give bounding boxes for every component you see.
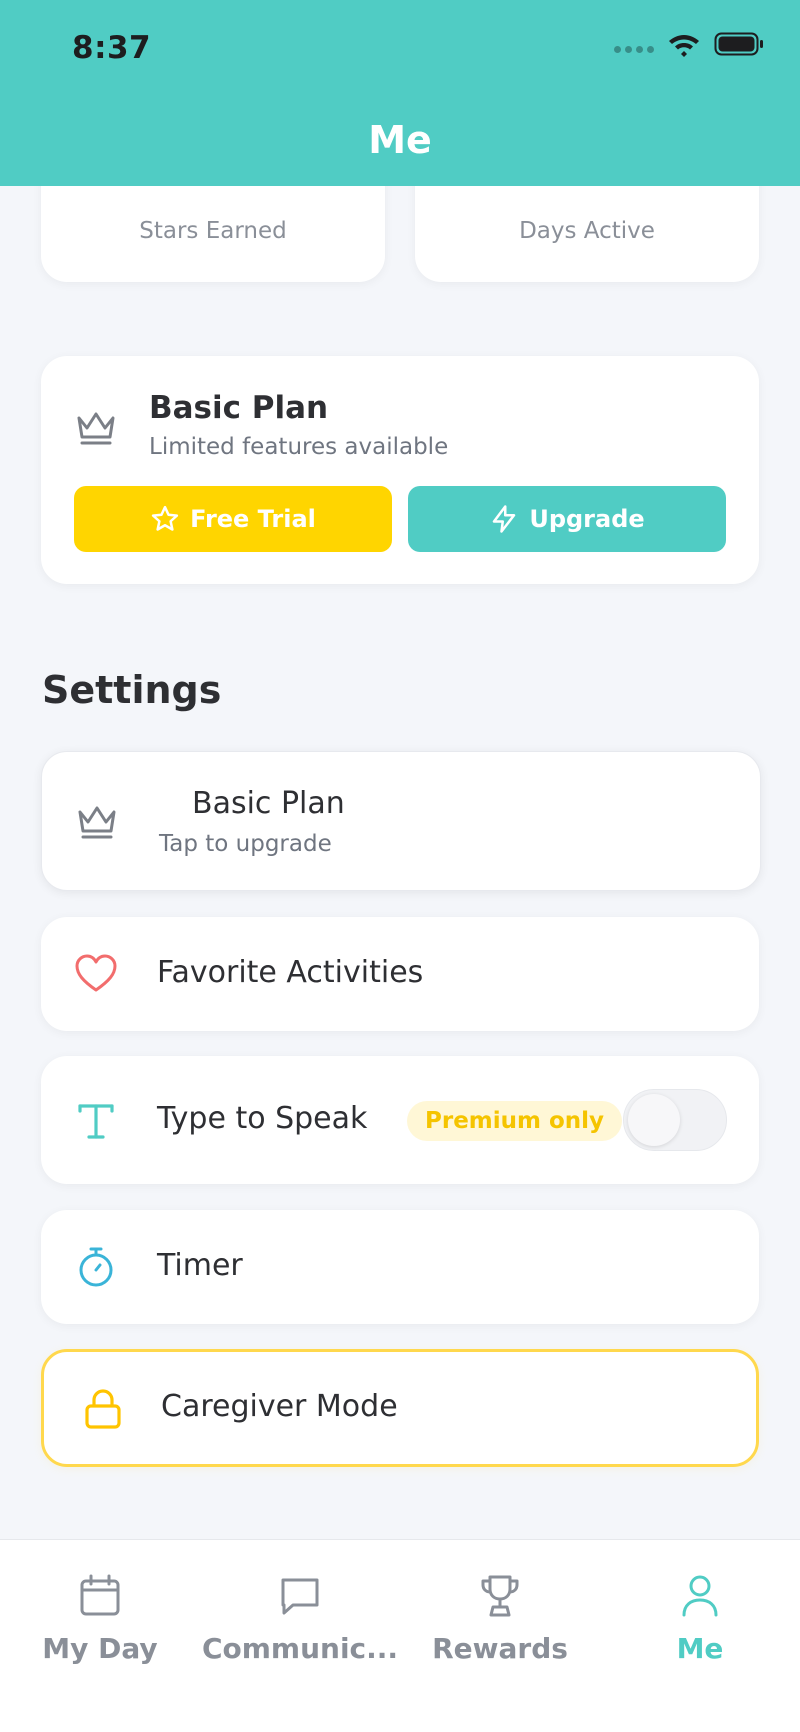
settings-item-label: Timer bbox=[157, 1248, 243, 1283]
free-trial-label: Free Trial bbox=[190, 505, 316, 533]
crown-icon bbox=[78, 806, 116, 839]
stopwatch-icon bbox=[79, 1247, 113, 1287]
settings-item-basic-plan[interactable]: Basic Plan Tap to upgrade bbox=[41, 751, 761, 891]
page-title: Me bbox=[368, 118, 432, 162]
premium-badge: Premium only bbox=[407, 1101, 623, 1141]
settings-item-subtitle: Tap to upgrade bbox=[159, 831, 332, 857]
star-icon bbox=[151, 505, 179, 531]
status-time: 8:37 bbox=[72, 30, 152, 66]
free-trial-button[interactable]: Free Trial bbox=[74, 486, 392, 552]
person-icon bbox=[682, 1575, 718, 1617]
tab-label: My Day bbox=[42, 1632, 158, 1665]
status-icons bbox=[614, 30, 764, 58]
signal-icon bbox=[614, 45, 654, 53]
settings-title: Settings bbox=[42, 668, 222, 712]
header: 8:37 Me bbox=[0, 0, 800, 186]
tab-label: Communic... bbox=[201, 1632, 399, 1665]
crown-icon bbox=[77, 412, 115, 445]
trophy-icon bbox=[481, 1575, 519, 1617]
settings-item-label: Type to Speak bbox=[157, 1101, 368, 1136]
plan-subtitle: Limited features available bbox=[149, 434, 449, 460]
toggle-knob bbox=[628, 1094, 680, 1146]
lock-icon bbox=[85, 1389, 121, 1429]
tab-bar: My Day Communic... Rewards Me bbox=[0, 1539, 800, 1732]
tab-communicate[interactable]: Communic... bbox=[200, 1572, 400, 1665]
settings-item-label: Caregiver Mode bbox=[161, 1389, 398, 1424]
heart-icon bbox=[75, 954, 117, 992]
text-icon bbox=[78, 1104, 114, 1139]
stat-label-stars: Stars Earned bbox=[139, 218, 287, 244]
stat-label-days: Days Active bbox=[519, 218, 655, 244]
tab-label: Rewards bbox=[432, 1632, 568, 1665]
upgrade-label: Upgrade bbox=[529, 505, 645, 533]
settings-item-label: Favorite Activities bbox=[157, 955, 424, 990]
settings-item-title: Basic Plan bbox=[192, 786, 345, 821]
settings-item-timer[interactable]: Timer bbox=[41, 1210, 759, 1324]
tab-my-day[interactable]: My Day bbox=[0, 1572, 200, 1665]
settings-item-caregiver-mode[interactable]: Caregiver Mode bbox=[41, 1349, 759, 1467]
chat-icon bbox=[281, 1578, 319, 1615]
plan-title: Basic Plan bbox=[149, 390, 329, 426]
settings-item-type-to-speak[interactable]: Type to Speak Premium only bbox=[41, 1056, 759, 1184]
settings-item-favorite-activities[interactable]: Favorite Activities bbox=[41, 917, 759, 1031]
plan-card: Basic Plan Limited features available Fr… bbox=[41, 356, 759, 584]
calendar-icon bbox=[80, 1574, 120, 1616]
tab-me[interactable]: Me bbox=[600, 1572, 800, 1665]
tab-rewards[interactable]: Rewards bbox=[400, 1572, 600, 1665]
wifi-icon bbox=[669, 35, 699, 57]
lightning-icon bbox=[493, 505, 516, 533]
tab-label: Me bbox=[676, 1632, 724, 1665]
upgrade-button[interactable]: Upgrade bbox=[408, 486, 726, 552]
type-to-speak-toggle[interactable] bbox=[623, 1089, 727, 1151]
battery-icon bbox=[714, 32, 763, 56]
